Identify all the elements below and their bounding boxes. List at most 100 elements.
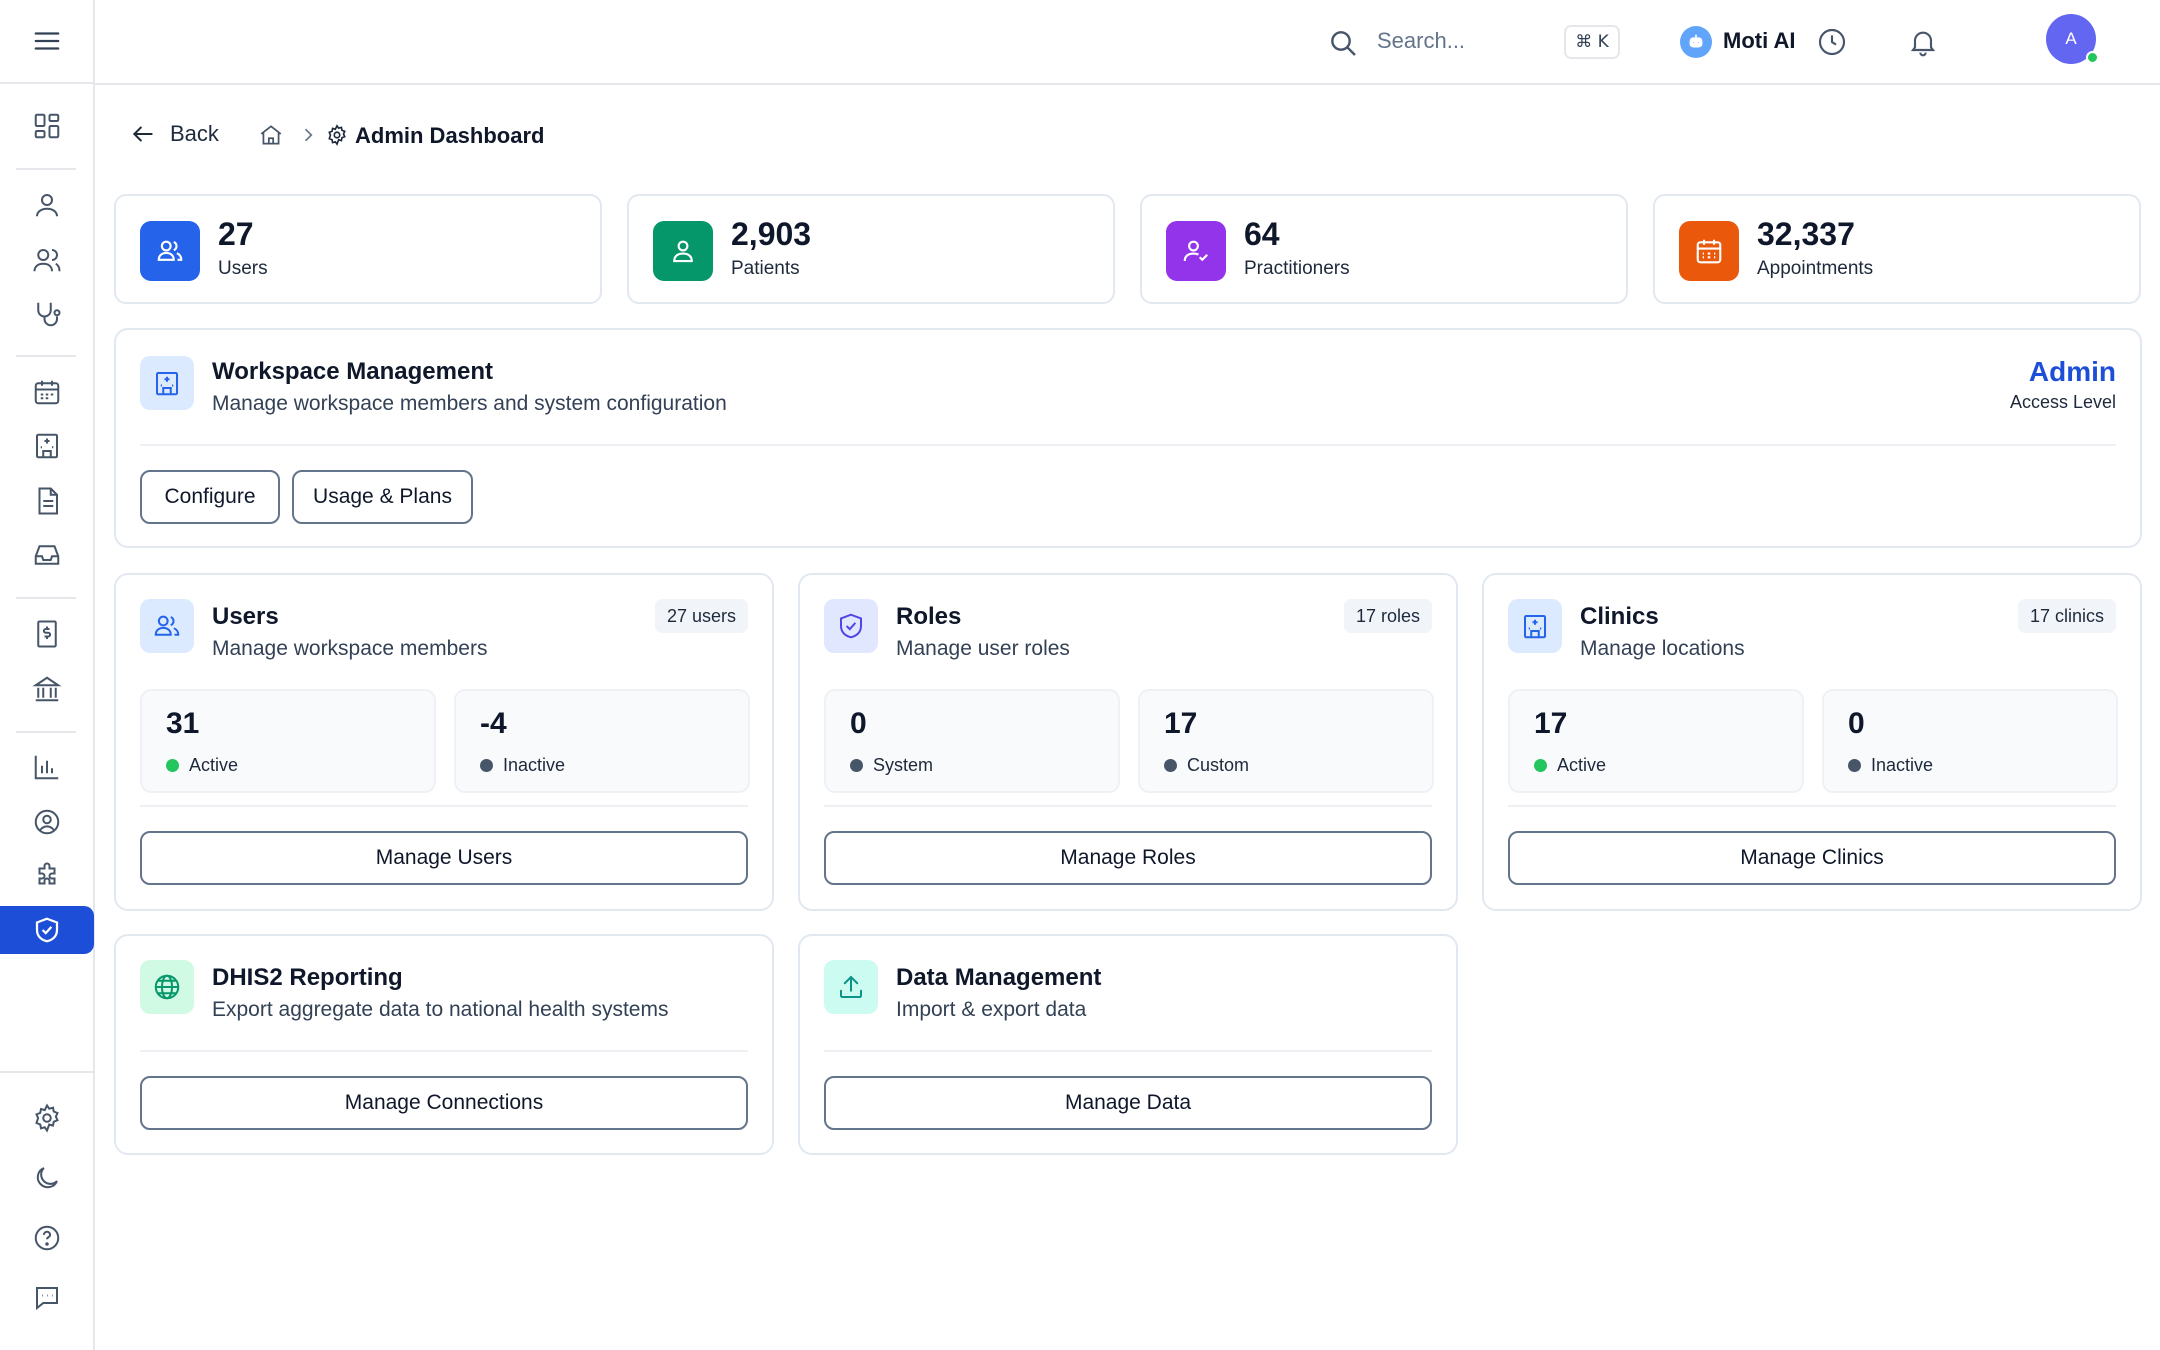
stat-card-patients: 2,903 Patients — [627, 194, 1115, 304]
help-icon — [34, 1225, 60, 1251]
bell-icon[interactable] — [1907, 26, 1939, 58]
stat-label: Active — [189, 755, 239, 775]
sidebar — [0, 0, 95, 1350]
users-icon — [33, 249, 61, 272]
workspace-title: Workspace Management — [212, 358, 493, 385]
users-icon — [140, 599, 194, 653]
stat-label: Custom — [1187, 755, 1250, 775]
custom-dot — [1164, 759, 1177, 772]
manage-connections-button[interactable]: Manage Connections — [140, 1076, 748, 1130]
sidebar-item-clinics[interactable] — [0, 422, 94, 470]
active-dot — [1534, 759, 1547, 772]
sidebar-item-finance[interactable] — [0, 665, 94, 713]
back-label: Back — [170, 121, 219, 146]
stat-value: 31 — [166, 707, 200, 740]
sidebar-item-documents[interactable] — [0, 477, 94, 525]
ai-assistant-icon[interactable] — [1680, 26, 1712, 58]
manage-roles-button[interactable]: Manage Roles — [824, 831, 1432, 885]
gear-icon — [326, 124, 348, 146]
stat-label: Appointments — [1757, 258, 1874, 279]
user-check-icon — [1166, 221, 1226, 281]
bar-chart-icon — [34, 755, 59, 780]
active-clinics-stat: 17 Active — [1508, 689, 1804, 793]
card-title: Users — [212, 603, 279, 630]
manage-data-button[interactable]: Manage Data — [824, 1076, 1432, 1130]
access-level-label: Access Level — [2009, 392, 2116, 412]
access-level-value: Admin — [2028, 356, 2116, 387]
access-level: Admin Access Level — [2010, 356, 2116, 413]
stat-value: 0 — [850, 707, 867, 740]
workspace-subtitle: Manage workspace members and system conf… — [212, 392, 727, 415]
sidebar-item-profile[interactable] — [0, 181, 94, 229]
stat-value: -4 — [480, 707, 507, 740]
stat-card-practitioners: 64 Practitioners — [1140, 194, 1628, 304]
stat-value: 32,337 — [1757, 216, 1855, 252]
sidebar-item-dashboard[interactable] — [0, 102, 94, 150]
stat-label: Patients — [731, 258, 800, 279]
card-subtitle: Manage workspace members — [212, 637, 488, 660]
moon-icon — [36, 1167, 58, 1189]
divider — [140, 805, 748, 807]
divider — [824, 805, 1432, 807]
sidebar-item-calendar[interactable] — [0, 368, 94, 416]
stat-label: Inactive — [1871, 755, 1934, 775]
active-dot — [166, 759, 179, 772]
divider — [140, 1050, 748, 1052]
configure-button[interactable]: Configure — [140, 470, 280, 524]
puzzle-icon — [38, 862, 56, 885]
sidebar-item-billing[interactable] — [0, 610, 94, 658]
dashboard-icon — [34, 113, 60, 139]
stat-value: 64 — [1244, 216, 1280, 252]
stat-value: 27 — [218, 216, 254, 252]
menu-icon[interactable] — [32, 26, 62, 56]
search-input[interactable]: Search... — [1377, 28, 1465, 54]
count-badge: 17 roles — [1343, 599, 1432, 633]
manage-users-button[interactable]: Manage Users — [140, 831, 748, 885]
history-icon[interactable] — [1816, 26, 1848, 58]
count-badge: 17 clinics — [2017, 599, 2116, 633]
top-header: Search... ⌘ K Moti AI A — [95, 0, 2160, 85]
sidebar-item-account[interactable] — [0, 798, 94, 846]
card-title: Clinics — [1580, 603, 1659, 630]
document-icon — [38, 487, 58, 515]
sidebar-item-settings[interactable] — [0, 1094, 94, 1142]
stat-label: Inactive — [503, 755, 566, 775]
system-dot — [850, 759, 863, 772]
ai-assistant-button[interactable]: Moti AI — [1723, 28, 1796, 54]
hospital-icon — [36, 433, 58, 459]
sidebar-item-practitioners[interactable] — [0, 290, 94, 338]
usage-plans-button[interactable]: Usage & Plans — [292, 470, 473, 524]
card-subtitle: Export aggregate data to national health… — [212, 998, 669, 1021]
stat-label: Practitioners — [1244, 258, 1350, 279]
stat-card-appointments: 32,337 Appointments — [1653, 194, 2141, 304]
sidebar-header — [0, 0, 93, 84]
card-title: Data Management — [896, 964, 1102, 991]
user-icon — [653, 221, 713, 281]
roles-card: Roles Manage user roles 17 roles 0 Syste… — [798, 573, 1458, 911]
workspace-management-card: Workspace Management Manage workspace me… — [114, 328, 2142, 548]
sidebar-item-theme[interactable] — [0, 1154, 94, 1202]
sidebar-item-help[interactable] — [0, 1214, 94, 1262]
dhis2-reporting-card: DHIS2 Reporting Export aggregate data to… — [114, 934, 774, 1155]
calendar-icon — [1679, 221, 1739, 281]
count-badge: 27 users — [654, 599, 748, 633]
sidebar-item-inbox[interactable] — [0, 531, 94, 579]
stat-label: System — [873, 755, 934, 775]
back-button[interactable]: Back — [130, 121, 219, 147]
sidebar-item-feedback[interactable] — [0, 1274, 94, 1322]
sidebar-item-admin[interactable] — [0, 906, 94, 954]
inactive-users-stat: -4 Inactive — [454, 689, 750, 793]
stat-value: 17 — [1534, 707, 1568, 740]
manage-clinics-button[interactable]: Manage Clinics — [1508, 831, 2116, 885]
sidebar-item-integrations[interactable] — [0, 852, 94, 900]
search-shortcut-badge: ⌘ K — [1564, 25, 1620, 59]
user-circle-icon — [34, 809, 60, 835]
home-icon[interactable] — [258, 122, 284, 148]
invoice-icon — [37, 620, 57, 648]
search-icon[interactable] — [1327, 27, 1359, 59]
sidebar-item-patients[interactable] — [0, 236, 94, 284]
stat-value: 2,903 — [731, 216, 812, 252]
users-card: Users Manage workspace members 27 users … — [114, 573, 774, 911]
sidebar-item-reports[interactable] — [0, 743, 94, 791]
card-title: DHIS2 Reporting — [212, 964, 403, 991]
